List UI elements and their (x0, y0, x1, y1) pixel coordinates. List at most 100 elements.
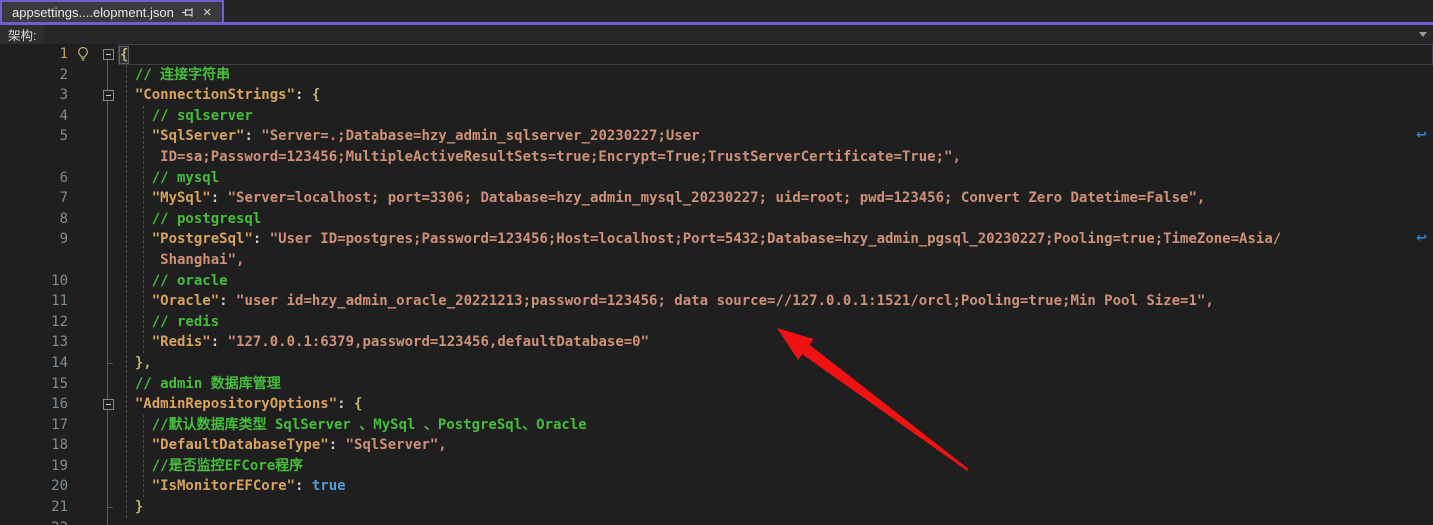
code-line[interactable]: 18"DefaultDatabaseType": "SqlServer", (0, 435, 1433, 456)
code-line[interactable]: 15 // admin 数据库管理 (0, 374, 1433, 395)
fold-collapse-icon[interactable] (103, 90, 114, 101)
glyph-margin (68, 312, 98, 333)
fold-collapse-icon[interactable] (103, 49, 114, 60)
code-line[interactable]: 22 (0, 518, 1433, 525)
schema-toolbar: 架构: (0, 25, 1433, 44)
fold-margin (98, 250, 118, 271)
fold-margin (98, 188, 118, 209)
glyph-margin (68, 476, 98, 497)
glyph-margin (68, 106, 98, 127)
code-token: { (120, 47, 128, 63)
fold-structure-line (107, 60, 108, 525)
code-line[interactable]: 5"SqlServer": "Server=.;Database=hzy_adm… (0, 126, 1433, 147)
code-token: }, (135, 355, 152, 371)
glyph-margin (68, 435, 98, 456)
code-line[interactable]: 12// redis (0, 312, 1433, 333)
code-line[interactable]: ID=sa;Password=123456;MultipleActiveResu… (0, 147, 1433, 168)
code-line[interactable]: 16"AdminRepositoryOptions": { (0, 394, 1433, 415)
code-line[interactable]: 19//是否监控EFCore程序 (0, 456, 1433, 477)
code-line[interactable]: 3"ConnectionStrings": { (0, 85, 1433, 106)
code-token: "127.0.0.1:6379,password=123456,defaultD… (228, 334, 649, 350)
code-line[interactable]: 17//默认数据库类型 SqlServer 、MySql 、PostgreSql… (0, 415, 1433, 436)
line-number: 16 (0, 394, 68, 415)
code-token: : (211, 334, 228, 350)
code-line[interactable]: 14}, (0, 353, 1433, 374)
code-line[interactable]: 6// mysql (0, 168, 1433, 189)
fold-margin (98, 312, 118, 333)
code-token: "user id=hzy_admin_oracle_20221213;passw… (236, 293, 1214, 309)
glyph-margin (68, 209, 98, 230)
line-number: 15 (0, 374, 68, 395)
line-number: 6 (0, 168, 68, 189)
tab-appsettings-json[interactable]: appsettings....elopment.json × (0, 0, 224, 22)
fold-margin (98, 332, 118, 353)
code-line-text: }, (118, 353, 1433, 374)
code-line[interactable]: 20"IsMonitorEFCore": true (0, 476, 1433, 497)
fold-margin (98, 291, 118, 312)
close-icon[interactable]: × (201, 5, 214, 20)
pin-icon[interactable] (181, 6, 194, 19)
tab-bar: appsettings....elopment.json × (0, 0, 1433, 22)
code-token: "PostgreSql" (152, 231, 253, 247)
fold-margin (98, 106, 118, 127)
code-line-text: // redis (118, 312, 1433, 333)
code-line[interactable]: 21} (0, 497, 1433, 518)
code-line[interactable]: 11"Oracle": "user id=hzy_admin_oracle_20… (0, 291, 1433, 312)
code-token: Shanghai", (160, 252, 244, 268)
code-line-text: { (118, 44, 1433, 65)
glyph-margin (68, 394, 98, 415)
code-token: : (337, 396, 354, 412)
fold-margin (98, 518, 118, 525)
glyph-margin (68, 188, 98, 209)
code-line[interactable]: 4// sqlserver (0, 106, 1433, 127)
code-token: } (135, 499, 143, 515)
line-number: 1 (0, 44, 68, 65)
line-number: 3 (0, 85, 68, 106)
code-line[interactable]: 13"Redis": "127.0.0.1:6379,password=1234… (0, 332, 1433, 353)
fold-toggle[interactable] (98, 394, 118, 415)
code-line[interactable]: Shanghai", (0, 250, 1433, 271)
code-token: { (354, 396, 362, 412)
code-line[interactable]: 9"PostgreSql": "User ID=postgres;Passwor… (0, 229, 1433, 250)
code-token: // redis (152, 314, 219, 330)
line-number: 10 (0, 271, 68, 292)
code-token: "SqlServer" (152, 128, 245, 144)
code-line[interactable]: 7"MySql": "Server=localhost; port=3306; … (0, 188, 1433, 209)
code-line[interactable]: 8// postgresql (0, 209, 1433, 230)
fold-collapse-icon[interactable] (103, 399, 114, 410)
glyph-margin (68, 332, 98, 353)
fold-toggle[interactable] (98, 85, 118, 106)
fold-end-marker (107, 363, 113, 364)
line-number: 9 (0, 229, 68, 250)
code-token: // sqlserver (152, 108, 253, 124)
code-token: // admin 数据库管理 (135, 376, 281, 392)
code-token: "MySql" (152, 190, 211, 206)
indent-guide (143, 415, 144, 497)
fold-margin (98, 229, 118, 250)
lightbulb-icon[interactable] (68, 44, 98, 65)
code-line-text: ID=sa;Password=123456;MultipleActiveResu… (118, 147, 1433, 168)
code-token: : (244, 128, 261, 144)
code-line-text: // 连接字符串 (118, 65, 1433, 86)
code-token: : (211, 190, 228, 206)
code-token: : (295, 478, 312, 494)
fold-margin (98, 147, 118, 168)
schema-combobox[interactable] (44, 25, 1433, 44)
fold-toggle[interactable] (98, 44, 118, 65)
line-number: 7 (0, 188, 68, 209)
line-number: 11 (0, 291, 68, 312)
code-line-text: "DefaultDatabaseType": "SqlServer", (118, 435, 1433, 456)
code-line[interactable]: 2 // 连接字符串 (0, 65, 1433, 86)
code-line-text: Shanghai", (118, 250, 1433, 271)
code-line-text: // sqlserver (118, 106, 1433, 127)
code-token: //默认数据库类型 SqlServer 、MySql 、PostgreSql、O… (152, 417, 587, 433)
glyph-margin (68, 456, 98, 477)
glyph-margin (68, 85, 98, 106)
code-line[interactable]: 1{ (0, 44, 1433, 65)
chevron-down-icon (1419, 32, 1427, 37)
code-line[interactable]: 10// oracle (0, 271, 1433, 292)
code-line-text: "Redis": "127.0.0.1:6379,password=123456… (118, 332, 1433, 353)
code-editor[interactable]: 1{2// 连接字符串3"ConnectionStrings": {4// sq… (0, 44, 1433, 525)
line-number: 2 (0, 65, 68, 86)
line-number: 20 (0, 476, 68, 497)
